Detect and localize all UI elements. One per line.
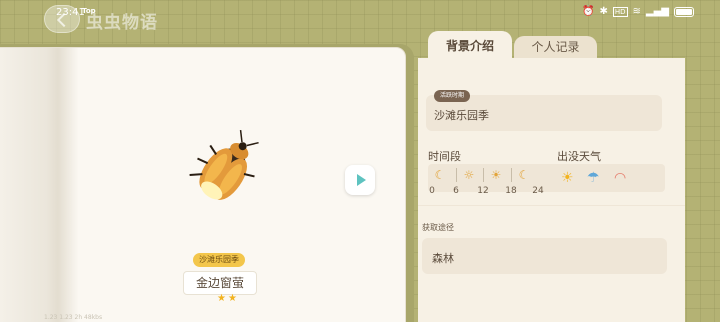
obtain-value: 森林 (432, 252, 454, 265)
play-button[interactable] (345, 165, 375, 195)
time-tick: 6 (453, 186, 459, 196)
hd-icon: HD (612, 6, 628, 17)
sun-icon: ☀ (490, 168, 502, 182)
rain-icon: ☂ (587, 170, 600, 186)
time-tick: 0 (429, 186, 435, 196)
time-tick: 18 (505, 186, 517, 196)
obtain-label: 获取途径 (422, 223, 454, 232)
time-tick: 24 (532, 186, 544, 196)
active-period-value: 沙滩乐园季 (434, 109, 489, 122)
time-period-title: 时间段 (428, 150, 461, 163)
section-divider (418, 205, 685, 206)
season-tag: 沙滩乐园季 (193, 253, 245, 267)
signal-icon: ▂▄▆ (645, 6, 669, 17)
time-divider (483, 168, 484, 182)
status-time: 23:41 (56, 7, 85, 18)
page-title: 虫虫物语 (86, 13, 158, 33)
weather-title: 出没天气 (557, 150, 601, 163)
tab-background[interactable]: 背景介绍 (428, 31, 512, 61)
firefly-image (189, 129, 259, 200)
tab-personal-record[interactable]: 个人记录 (514, 36, 597, 60)
insect-name: 金边窗萤 (183, 271, 257, 295)
battery-icon (674, 6, 694, 17)
time-tick: 12 (477, 186, 489, 196)
obtain-card (422, 238, 667, 274)
status-bar: 23:41 Top 虫虫物语 ⏰ ✱ HD ≋ ▂▄▆ (0, 0, 720, 33)
alarm-icon: ⏰ (582, 6, 595, 17)
book-page-edge (0, 48, 58, 322)
active-period-label: 活跃时期 (434, 90, 471, 102)
time-divider (511, 168, 512, 182)
status-icons: ⏰ ✱ HD ≋ ▂▄▆ (582, 6, 694, 17)
footer-info: 1.23 1.23 2h 48kbs (44, 314, 103, 321)
sunny-icon: ☀ (561, 170, 574, 186)
wifi-icon: ≋ (632, 6, 641, 17)
moon-icon: ☾ (518, 168, 530, 182)
sunrise-icon: ☼ (463, 168, 475, 182)
time-divider (456, 168, 457, 182)
bluetooth-icon: ✱ (599, 6, 608, 17)
moon-icon: ☾ (434, 168, 446, 182)
rainbow-icon: ◠ (614, 170, 627, 186)
rarity-stars: ★★ (217, 293, 239, 304)
book-page-fold (58, 48, 78, 322)
